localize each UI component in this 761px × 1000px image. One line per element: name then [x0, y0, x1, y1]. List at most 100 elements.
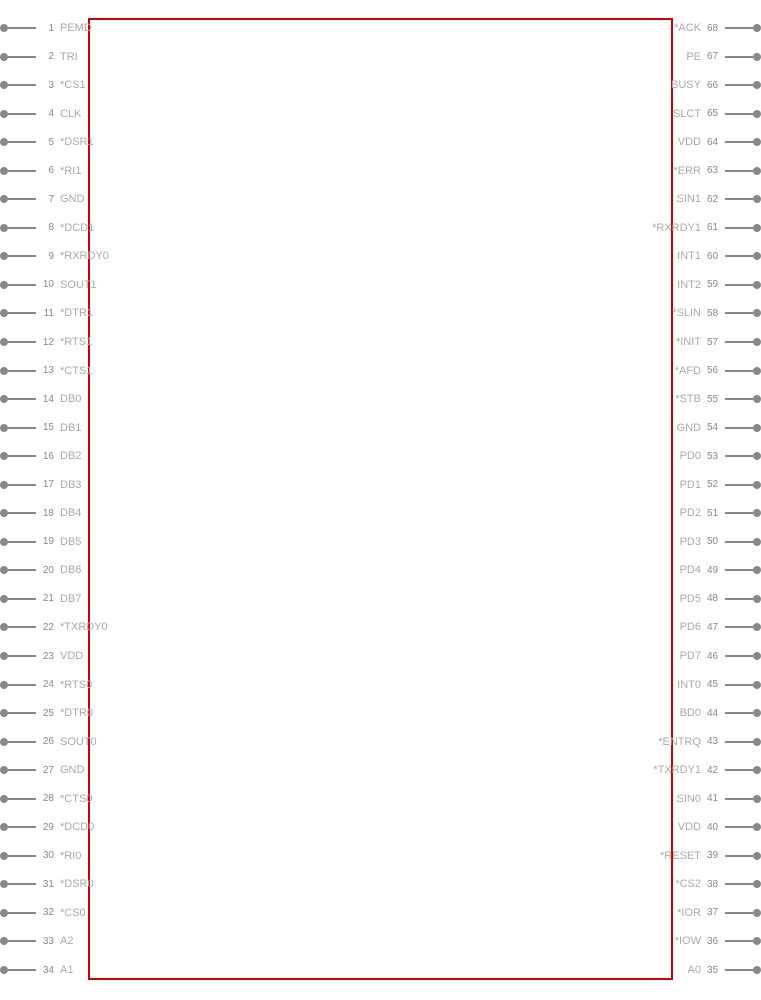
pin-label: *CTS1	[60, 365, 92, 377]
pin-label: VDD	[678, 821, 701, 833]
pin-label: BD0	[680, 707, 701, 719]
pin-dot	[0, 53, 8, 61]
pin-number: 50	[707, 536, 725, 547]
right-pin-61: 61*RXRDY1	[652, 222, 761, 234]
pin-dot	[0, 309, 8, 317]
pin-number: 14	[36, 394, 54, 405]
pin-number: 18	[36, 508, 54, 519]
pin-number: 11	[36, 308, 54, 319]
pin-dot	[753, 53, 761, 61]
left-pin-14: 14DB0	[0, 393, 81, 405]
left-pin-5: 5*DSR1	[0, 136, 94, 148]
pin-dot	[0, 338, 8, 346]
pin-label: GND	[677, 422, 701, 434]
pin-dot	[0, 395, 8, 403]
pin-number: 32	[36, 907, 54, 918]
pin-dot	[0, 795, 8, 803]
right-pin-45: 45INT0	[677, 679, 761, 691]
pin-dot	[0, 852, 8, 860]
pin-dot	[753, 481, 761, 489]
pin-line	[725, 969, 753, 971]
pin-label: DB6	[60, 564, 81, 576]
pin-line	[8, 541, 36, 543]
pin-number: 66	[707, 80, 725, 91]
right-pin-50: 50PD3	[680, 536, 761, 548]
left-pin-3: 3*CS1	[0, 79, 86, 91]
right-pin-51: 51PD2	[680, 507, 761, 519]
pin-line	[8, 484, 36, 486]
right-pin-38: 38*CS2	[675, 878, 761, 890]
right-pin-52: 52PD1	[680, 479, 761, 491]
pin-label: A0	[688, 964, 701, 976]
pin-dot	[753, 738, 761, 746]
pin-number: 28	[36, 793, 54, 804]
pin-number: 48	[707, 593, 725, 604]
pin-dot	[753, 766, 761, 774]
pin-line	[8, 312, 36, 314]
pin-label: INT2	[677, 279, 701, 291]
left-pin-34: 34A1	[0, 964, 73, 976]
left-pin-9: 9*RXRDY0	[0, 250, 109, 262]
pin-label: TRI	[60, 51, 78, 63]
pin-label: *RESET	[660, 850, 701, 862]
pin-number: 13	[36, 365, 54, 376]
pin-number: 3	[36, 80, 54, 91]
pin-number: 23	[36, 651, 54, 662]
right-pin-57: 57*INIT	[676, 336, 761, 348]
left-pin-22: 22*TXRDY0	[0, 621, 108, 633]
pin-dot	[753, 823, 761, 831]
left-pin-2: 2TRI	[0, 51, 78, 63]
pin-number: 15	[36, 422, 54, 433]
pin-dot	[0, 709, 8, 717]
pin-label: *DSR0	[60, 878, 94, 890]
pin-dot	[753, 224, 761, 232]
pin-dot	[753, 424, 761, 432]
pin-dot	[753, 367, 761, 375]
pin-number: 63	[707, 165, 725, 176]
pin-number: 68	[707, 23, 725, 34]
left-pin-18: 18DB4	[0, 507, 81, 519]
left-pin-1: 1PEMD	[0, 22, 92, 34]
pin-line	[725, 484, 753, 486]
pin-label: PD5	[680, 593, 701, 605]
pin-number: 65	[707, 108, 725, 119]
pin-number: 8	[36, 222, 54, 233]
pin-label: *DTR0	[60, 707, 93, 719]
pin-line	[8, 940, 36, 942]
pin-number: 5	[36, 137, 54, 148]
pin-line	[8, 398, 36, 400]
pin-dot	[0, 738, 8, 746]
pin-line	[725, 27, 753, 29]
pin-line	[725, 626, 753, 628]
pin-label: INT0	[677, 679, 701, 691]
left-pin-25: 25*DTR0	[0, 707, 93, 719]
pin-label: PEMD	[60, 22, 92, 34]
pin-label: *STB	[675, 393, 701, 405]
pin-number: 59	[707, 279, 725, 290]
right-pin-35: 35A0	[688, 964, 761, 976]
left-pin-21: 21DB7	[0, 593, 81, 605]
pin-dot	[753, 538, 761, 546]
left-pin-8: 8*DCD1	[0, 222, 94, 234]
pin-dot	[753, 852, 761, 860]
pin-dot	[753, 395, 761, 403]
right-pin-56: 56*AFD	[675, 365, 761, 377]
pin-dot	[753, 195, 761, 203]
pin-line	[725, 940, 753, 942]
pin-number: 42	[707, 765, 725, 776]
pin-line	[725, 455, 753, 457]
pin-number: 30	[36, 850, 54, 861]
pin-number: 39	[707, 850, 725, 861]
pin-label: *IOR	[677, 907, 701, 919]
pin-number: 58	[707, 308, 725, 319]
pin-dot	[753, 509, 761, 517]
pin-dot	[0, 281, 8, 289]
pin-dot	[0, 566, 8, 574]
chip-diagram: 1PEMD2TRI3*CS14CLK5*DSR16*RI17GND8*DCD19…	[0, 0, 761, 1000]
pin-dot	[753, 652, 761, 660]
pin-label: INT1	[677, 250, 701, 262]
right-pin-53: 53PD0	[680, 450, 761, 462]
left-pin-33: 33A2	[0, 935, 73, 947]
right-pin-68: 68*ACK	[674, 22, 761, 34]
pin-number: 51	[707, 508, 725, 519]
